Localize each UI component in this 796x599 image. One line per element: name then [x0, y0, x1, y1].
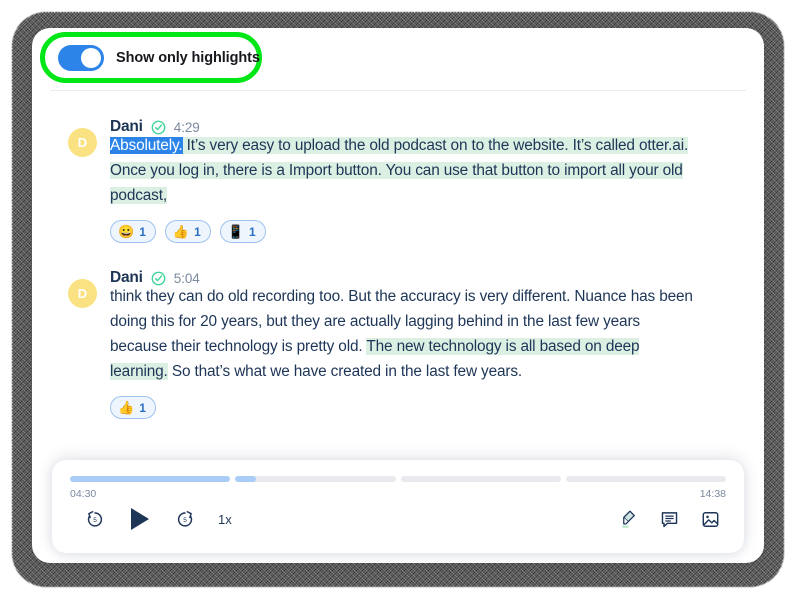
show-only-highlights-toggle-group[interactable]: Show only highlights — [40, 32, 262, 83]
avatar: D — [68, 279, 97, 308]
thumbs-up-emoji: 👍 — [172, 224, 190, 239]
selected-text-segment: Absolutely. — [110, 137, 183, 154]
seek-fill — [235, 476, 257, 482]
total-time: 14:38 — [699, 488, 726, 500]
seek-bar[interactable] — [70, 476, 726, 482]
seek-segment[interactable] — [565, 476, 726, 482]
reaction-list: 😀 1 👍 1 📱 1 — [110, 220, 736, 243]
seek-fill — [70, 476, 231, 482]
player-tools — [619, 509, 726, 529]
highlighter-icon[interactable] — [619, 509, 638, 529]
message-body[interactable]: Absolutely. It’s very easy to upload the… — [110, 133, 700, 208]
seek-segment[interactable] — [70, 476, 231, 482]
mobile-phone-emoji: 📱 — [227, 224, 244, 239]
svg-text:5: 5 — [93, 517, 97, 524]
message-body[interactable]: think they can do old recording too. But… — [110, 284, 700, 384]
image-icon[interactable] — [701, 510, 720, 529]
avatar: D — [68, 128, 97, 157]
header-row: Show only highlights — [32, 28, 764, 91]
highlighted-text-segment: It’s very easy to upload the old podcast… — [110, 137, 689, 204]
message-header: Dani 5:04 — [110, 249, 736, 286]
show-only-highlights-toggle[interactable] — [58, 44, 104, 71]
reaction-chip[interactable]: 👍 1 — [164, 220, 211, 243]
reaction-chip[interactable]: 👍 1 — [110, 396, 156, 419]
player-controls: 5 5 1x — [70, 506, 726, 532]
reaction-count: 1 — [139, 400, 146, 415]
grinning-face-emoji: 😀 — [118, 224, 135, 239]
seek-segment[interactable] — [235, 476, 396, 482]
reaction-list: 👍 1 — [110, 396, 736, 419]
player-times: 04:30 14:38 — [70, 488, 726, 500]
reaction-count: 1 — [139, 224, 146, 239]
screen: Show only highlights D Dani 4:29 Absolut… — [0, 0, 796, 599]
play-button[interactable] — [128, 506, 152, 532]
svg-text:5: 5 — [183, 517, 187, 524]
transcript-message: D Dani 4:29 Absolutely. It’s very easy t… — [60, 98, 736, 243]
playback-speed-button[interactable]: 1x — [218, 512, 232, 527]
message-header: Dani 4:29 — [110, 98, 736, 135]
header-divider — [50, 90, 746, 91]
rewind-5-seconds-button[interactable]: 5 — [84, 508, 106, 530]
show-only-highlights-label: Show only highlights — [116, 49, 260, 66]
transcript-card: Show only highlights D Dani 4:29 Absolut… — [32, 28, 764, 563]
current-time: 04:30 — [70, 488, 97, 500]
reaction-chip[interactable]: 😀 1 — [110, 220, 156, 243]
reaction-count: 1 — [248, 224, 256, 239]
seek-segment[interactable] — [400, 476, 561, 482]
plain-text-segment: So that’s what we have created in the la… — [167, 363, 523, 380]
toggle-knob — [81, 47, 101, 68]
transcript-message: D Dani 5:04 think they can do old record… — [60, 249, 736, 419]
reaction-count: 1 — [194, 224, 201, 239]
forward-5-seconds-button[interactable]: 5 — [174, 508, 196, 530]
reaction-chip[interactable]: 📱 1 — [219, 220, 266, 243]
audio-player: 04:30 14:38 5 5 1x — [52, 460, 744, 553]
comment-icon[interactable] — [660, 510, 679, 529]
thumbs-up-emoji: 👍 — [118, 400, 135, 415]
